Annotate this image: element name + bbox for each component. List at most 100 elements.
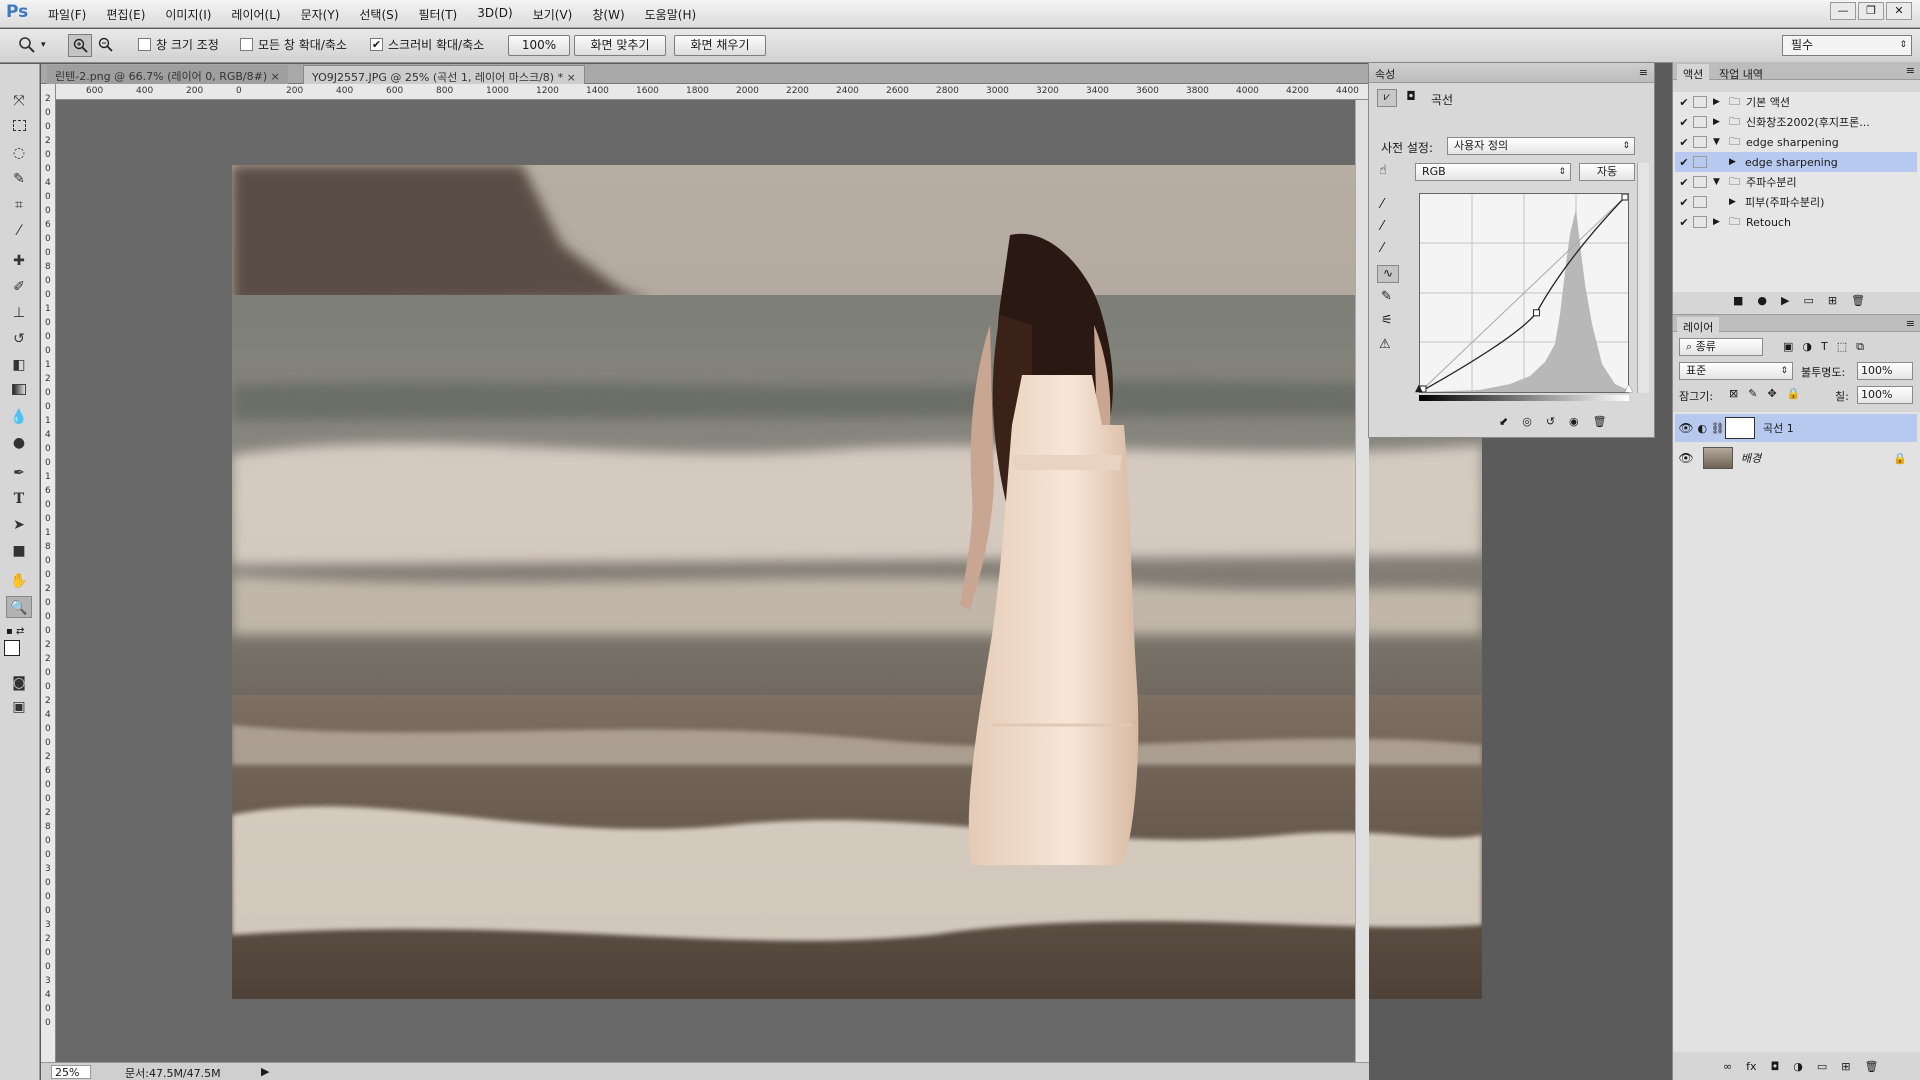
dialog-toggle[interactable]: [1693, 156, 1707, 168]
move-tool-icon[interactable]: ⤧: [6, 90, 32, 112]
dialog-toggle[interactable]: [1693, 96, 1707, 108]
stop-icon[interactable]: ■: [1733, 294, 1743, 307]
dodge-tool-icon[interactable]: ●: [6, 432, 32, 454]
pencil-icon[interactable]: ✎: [1381, 289, 1392, 304]
check-icon[interactable]: ✔: [1675, 216, 1693, 229]
lock-transparency-icon[interactable]: ⊠: [1729, 387, 1738, 400]
menu-window[interactable]: 창(W): [592, 6, 624, 23]
zoom-level-field[interactable]: 25%: [51, 1065, 91, 1079]
action-item[interactable]: ✔ ▼ 🗀 edge sharpening: [1675, 132, 1917, 152]
scrubby-zoom-checkbox[interactable]: ✔: [370, 38, 383, 51]
new-set-icon[interactable]: ▭: [1803, 294, 1813, 307]
layer-filter-select[interactable]: ⌕ 종류: [1679, 338, 1763, 356]
lock-pixels-icon[interactable]: ✎: [1748, 387, 1757, 400]
quick-mask-icon[interactable]: ◙: [6, 672, 32, 694]
clone-stamp-tool-icon[interactable]: ⊥: [6, 302, 32, 324]
path-select-tool-icon[interactable]: ➤: [6, 514, 32, 536]
blend-mode-select[interactable]: 표준 ⇕: [1679, 362, 1793, 380]
lock-position-icon[interactable]: ✥: [1767, 387, 1776, 400]
mask-icon[interactable]: ◘: [1401, 89, 1421, 107]
channel-select[interactable]: RGB ⇕: [1415, 163, 1571, 181]
layer-row-curves[interactable]: 👁 ◐ ⛓ 곡선 1: [1675, 414, 1917, 442]
document-image[interactable]: [232, 165, 1482, 999]
eyedropper-tool-icon[interactable]: ⁄: [6, 220, 32, 242]
gradient-tool-icon[interactable]: [6, 380, 32, 402]
foreground-color-swatch[interactable]: [4, 640, 20, 656]
layer-name[interactable]: 곡선 1: [1763, 420, 1794, 436]
close-tab-icon[interactable]: ×: [271, 70, 280, 83]
menu-filter[interactable]: 필터(T): [418, 6, 457, 23]
close-button[interactable]: ✕: [1886, 2, 1912, 20]
status-menu-arrow[interactable]: ▶: [261, 1065, 269, 1078]
hand-tool-icon[interactable]: ✋: [6, 570, 32, 592]
adjustment-filter-icon[interactable]: ◑: [1802, 340, 1812, 354]
vertical-scrollbar[interactable]: [1355, 100, 1369, 1062]
pixel-filter-icon[interactable]: ▣: [1783, 340, 1793, 354]
resize-windows-checkbox[interactable]: [138, 38, 151, 51]
dialog-toggle[interactable]: [1693, 136, 1707, 148]
auto-button[interactable]: 자동: [1579, 163, 1635, 181]
collapsed-arrow-icon[interactable]: ▶: [1713, 97, 1729, 107]
menu-select[interactable]: 선택(S): [359, 6, 398, 23]
delete-layer-icon[interactable]: 🗑: [1865, 1060, 1879, 1073]
smart-object-filter-icon[interactable]: ⧉: [1856, 340, 1864, 354]
layer-mask-thumbnail[interactable]: [1725, 417, 1755, 439]
black-point-slider[interactable]: ▲: [1415, 383, 1423, 394]
menu-image[interactable]: 이미지(I): [165, 6, 211, 23]
expanded-arrow-icon[interactable]: ▼: [1713, 137, 1729, 147]
menu-3d[interactable]: 3D(D): [477, 6, 512, 23]
curve-control-point[interactable]: [1532, 309, 1540, 317]
tab-document-1[interactable]: 린텐-2.png @ 66.7% (레이어 0, RGB/8#) ×: [47, 65, 288, 84]
menu-type[interactable]: 문자(Y): [301, 6, 340, 23]
record-icon[interactable]: ●: [1757, 294, 1767, 307]
view-previous-icon[interactable]: ◎: [1522, 415, 1532, 428]
curve-control-point[interactable]: [1621, 193, 1629, 201]
tab-layers[interactable]: 레이어: [1677, 317, 1720, 337]
tab-actions[interactable]: 액션: [1677, 64, 1710, 84]
eye-icon[interactable]: 👁: [1675, 421, 1697, 435]
visibility-icon[interactable]: ◉: [1569, 415, 1579, 428]
menu-file[interactable]: 파일(F): [48, 6, 86, 23]
action-item[interactable]: ✔ ▼ 🗀 주파수분리: [1675, 172, 1917, 192]
lasso-tool-icon[interactable]: ◌: [6, 142, 32, 164]
properties-scrollbar[interactable]: [1637, 163, 1649, 393]
dialog-toggle[interactable]: [1693, 196, 1707, 208]
layer-name[interactable]: 배경: [1741, 450, 1761, 466]
menu-help[interactable]: 도움말(H): [645, 6, 697, 23]
eyedropper-black-icon[interactable]: ⁄: [1381, 197, 1383, 212]
play-icon[interactable]: ▶: [1781, 294, 1789, 307]
delete-action-icon[interactable]: 🗑: [1851, 294, 1865, 307]
panel-menu-icon[interactable]: ≡: [1906, 64, 1915, 77]
healing-brush-tool-icon[interactable]: ✚: [6, 250, 32, 272]
preset-select[interactable]: 사용자 정의 ⇕: [1447, 137, 1635, 155]
zoom-in-button[interactable]: [68, 34, 92, 57]
link-layers-icon[interactable]: ∞: [1723, 1060, 1732, 1073]
smooth-icon[interactable]: ⚟: [1381, 313, 1393, 328]
history-brush-tool-icon[interactable]: ↺: [6, 328, 32, 350]
lock-all-icon[interactable]: 🔒: [1787, 387, 1801, 400]
type-filter-icon[interactable]: T: [1821, 340, 1828, 354]
action-item[interactable]: ✔ ▶ 🗀 신화창조2002(후지프론...: [1675, 112, 1917, 132]
new-action-icon[interactable]: ⊞: [1828, 294, 1837, 307]
curves-adjustment-icon[interactable]: ⩗: [1377, 89, 1397, 107]
marquee-tool-icon[interactable]: [6, 116, 32, 138]
clip-to-layer-icon[interactable]: ⬋: [1499, 415, 1508, 428]
dialog-toggle[interactable]: [1693, 216, 1707, 228]
layer-style-icon[interactable]: fx: [1746, 1060, 1756, 1073]
zoom-all-option[interactable]: 모든 창 확대/축소: [240, 36, 347, 53]
action-item[interactable]: ✔ ▶ 🗀 Retouch: [1675, 212, 1917, 232]
crop-tool-icon[interactable]: ⌗: [6, 194, 32, 216]
zoom-tool-preset[interactable]: ▾: [18, 36, 46, 54]
scrubby-zoom-option[interactable]: ✔ 스크러비 확대/축소: [370, 36, 484, 53]
curves-graph[interactable]: [1419, 193, 1629, 393]
new-layer-icon[interactable]: ⊞: [1841, 1060, 1850, 1073]
swap-colors-icon[interactable]: ▪ ⇄: [6, 626, 34, 638]
type-tool-icon[interactable]: T: [6, 488, 32, 510]
reset-icon[interactable]: ↺: [1546, 415, 1555, 428]
panel-menu-icon[interactable]: ≡: [1906, 317, 1915, 330]
screen-mode-icon[interactable]: ▣: [6, 696, 32, 718]
fill-field[interactable]: 100%: [1857, 386, 1913, 404]
fit-screen-button[interactable]: 화면 맞추기: [574, 35, 666, 56]
zoom-out-button[interactable]: [98, 37, 113, 52]
target-adjust-icon[interactable]: ☝: [1379, 163, 1387, 178]
